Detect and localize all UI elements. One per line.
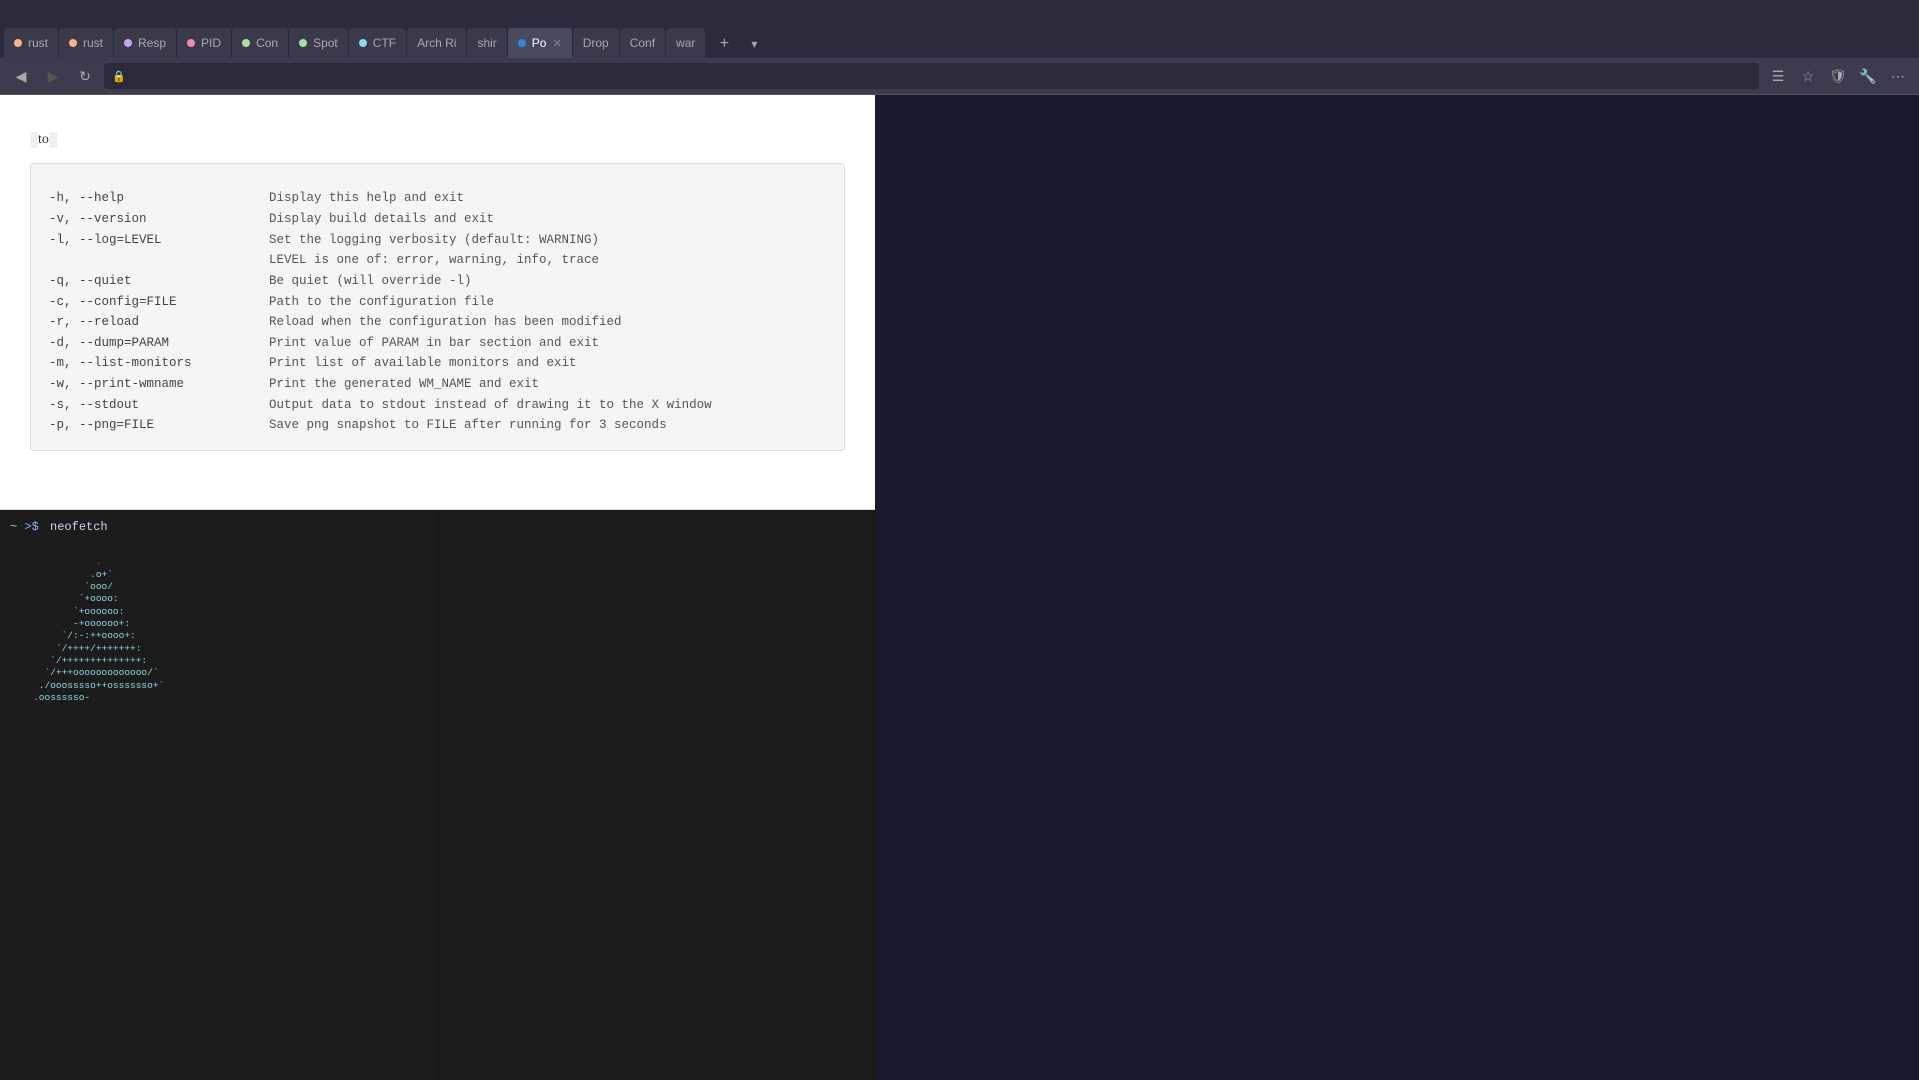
opt-wmname: -w, --print-wmname Print the generated W… — [49, 374, 826, 395]
tab-label: Resp — [138, 36, 166, 50]
tab-war[interactable]: war — [666, 28, 705, 58]
tab-arch[interactable]: Arch Ri — [407, 28, 466, 58]
tab-resp[interactable]: Resp — [114, 28, 176, 58]
opt-help: -h, --help Display this help and exit — [49, 188, 826, 209]
nav-bar: ◀ ▶ ↻ 🔒 ☰ ☆ 🛡 🔧 ⋯ — [0, 58, 1919, 94]
tab-po[interactable]: Po ✕ — [508, 28, 572, 58]
refresh-button[interactable]: ↻ — [72, 63, 98, 89]
neofetch-output: . .o+` `ooo/ `+oooo: `+oooooo: -+oooooo+… — [10, 538, 425, 710]
tab-dot — [124, 39, 132, 47]
opt-version: -v, --version Display build details and … — [49, 209, 826, 230]
tab-label: shir — [477, 36, 496, 50]
tab-dot — [299, 39, 307, 47]
tab-bar: rust rust Resp PID Con Spot CTF Arch Ri — [0, 22, 1919, 58]
opt-stdout: -s, --stdout Output data to stdout inste… — [49, 395, 826, 416]
config-code2 — [49, 132, 57, 148]
tab-label: Arch Ri — [417, 36, 456, 50]
address-bar[interactable]: 🔒 — [104, 63, 1759, 89]
extensions-icon[interactable]: 🔧 — [1855, 63, 1881, 89]
tab-rust-2[interactable]: rust — [59, 28, 113, 58]
tab-dot — [69, 39, 77, 47]
opt-log: -l, --log=LEVEL Set the logging verbosit… — [49, 230, 826, 251]
config-code1 — [30, 132, 38, 148]
tab-label: Po — [532, 36, 547, 50]
tab-dot — [187, 39, 195, 47]
opt-config: -c, --config=FILE Path to the configurat… — [49, 292, 826, 313]
terminal-area: ~ >$ neofetch . .o+` `ooo/ `+oooo: `+ooo… — [0, 510, 875, 1080]
tab-label: war — [676, 36, 695, 50]
main-content: to -h, --help Display this help and exit… — [0, 95, 1919, 1080]
tab-label: Conf — [630, 36, 655, 50]
lock-icon: 🔒 — [112, 70, 126, 83]
tab-label: CTF — [373, 36, 396, 50]
terminal-prompt-line: ~ >$ neofetch — [10, 516, 425, 538]
nav-icons-right: ☰ ☆ 🛡 🔧 ⋯ — [1765, 63, 1911, 89]
tab-dot — [518, 39, 526, 47]
config-para: to — [30, 129, 845, 151]
tab-conf[interactable]: Conf — [620, 28, 665, 58]
new-tab-button[interactable]: + — [710, 30, 738, 58]
forward-button[interactable]: ▶ — [40, 63, 66, 89]
tab-close-icon[interactable]: ✕ — [552, 37, 561, 50]
tab-rust-1[interactable]: rust — [4, 28, 58, 58]
tab-shir[interactable]: shir — [467, 28, 506, 58]
tab-overflow-button[interactable]: ▾ — [740, 30, 768, 58]
shield-icon[interactable]: 🛡 — [1825, 63, 1851, 89]
tab-label: Drop — [583, 36, 609, 50]
tab-ctf[interactable]: CTF — [349, 28, 406, 58]
bookmark-icon[interactable]: ☆ — [1795, 63, 1821, 89]
ascii-art: . .o+` `ooo/ `+oooo: `+oooooo: -+oooooo+… — [16, 544, 186, 704]
opt-list-monitors: -m, --list-monitors Print list of availa… — [49, 353, 826, 374]
opt-dump: -d, --dump=PARAM Print value of PARAM in… — [49, 333, 826, 354]
menu-icon[interactable]: ⋯ — [1885, 63, 1911, 89]
topbar — [0, 0, 1919, 22]
opt-log-levels: LEVEL is one of: error, warning, info, t… — [49, 250, 826, 271]
usage-block: -h, --help Display this help and exit -v… — [30, 163, 845, 451]
tab-dot — [14, 39, 22, 47]
webpage: to -h, --help Display this help and exit… — [0, 95, 875, 510]
tab-drop[interactable]: Drop — [573, 28, 619, 58]
browser-chrome: rust rust Resp PID Con Spot CTF Arch Ri — [0, 22, 1919, 95]
opt-quiet: -q, --quiet Be quiet (will override -l) — [49, 271, 826, 292]
tab-label: rust — [83, 36, 103, 50]
tab-label: Spot — [313, 36, 338, 50]
tab-con[interactable]: Con — [232, 28, 288, 58]
terminal-left: ~ >$ neofetch . .o+` `ooo/ `+oooo: `+ooo… — [0, 510, 435, 1080]
tab-label: rust — [28, 36, 48, 50]
opt-reload: -r, --reload Reload when the configurati… — [49, 312, 826, 333]
opt-png: -p, --png=FILE Save png snapshot to FILE… — [49, 415, 826, 436]
browser-panel: to -h, --help Display this help and exit… — [0, 95, 875, 1080]
back-button[interactable]: ◀ — [8, 63, 34, 89]
tab-spot[interactable]: Spot — [289, 28, 348, 58]
tab-dot — [359, 39, 367, 47]
tab-label: PID — [201, 36, 221, 50]
tab-label: Con — [256, 36, 278, 50]
tab-dot — [242, 39, 250, 47]
tab-pid[interactable]: PID — [177, 28, 231, 58]
reader-icon[interactable]: ☰ — [1765, 63, 1791, 89]
